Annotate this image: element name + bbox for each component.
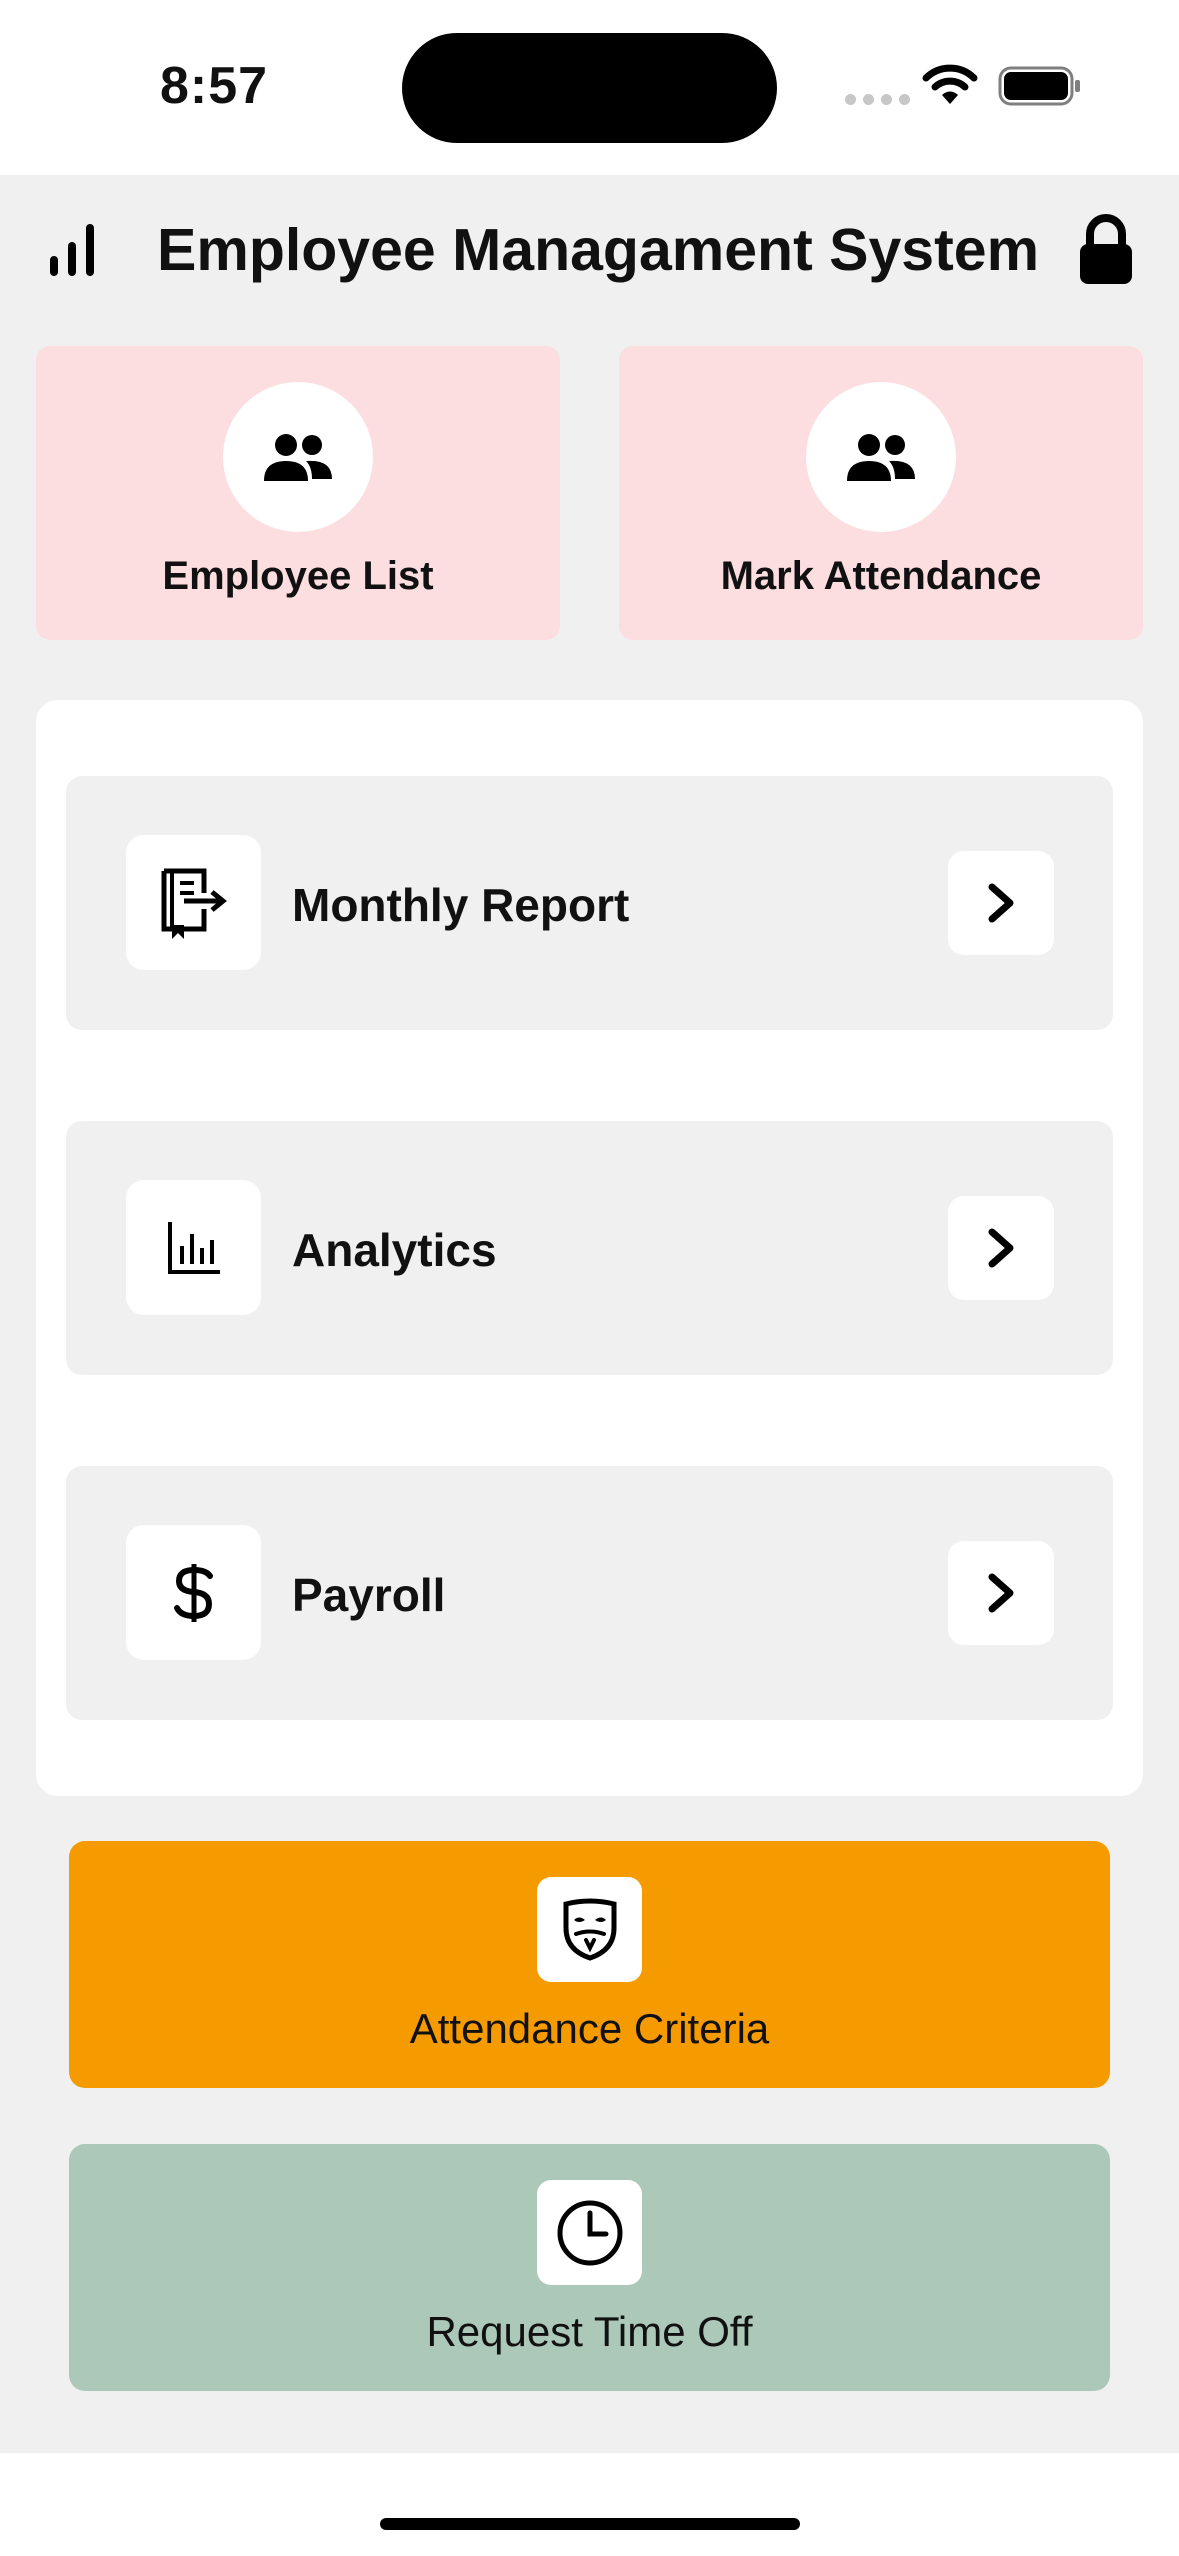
payroll-label: Payroll [292,1569,446,1621]
dollar-icon [173,1563,213,1622]
monthly-report-icon-box [126,835,261,970]
attendance-criteria-label: Attendance Criteria [409,2005,770,2052]
employee-list-label: Employee List [162,554,434,598]
mark-attendance-label: Mark Attendance [720,554,1042,598]
wifi-icon [922,64,978,104]
payroll-arrow-button[interactable] [948,1541,1054,1645]
chevron-right-icon [988,1228,1014,1268]
cellular-signal-icon [845,94,910,105]
employee-list-card[interactable]: Employee List [36,346,560,640]
clock-icon [557,2200,622,2265]
status-time: 8:57 [160,57,269,115]
bar-chart-icon[interactable] [46,220,100,280]
mark-attendance-card[interactable]: Mark Attendance [619,346,1143,640]
analytics-arrow-button[interactable] [948,1196,1054,1300]
report-export-icon [161,868,227,939]
mask-icon [563,1898,616,1961]
attendance-criteria-button[interactable]: Attendance Criteria [69,1841,1110,2088]
request-time-off-icon-box [537,2180,642,2285]
analytics-icon-box [126,1180,261,1315]
chevron-right-icon [988,883,1014,923]
request-time-off-button[interactable]: Request Time Off [69,2144,1110,2391]
chevron-right-icon [988,1573,1014,1613]
home-indicator[interactable] [380,2518,800,2530]
dynamic-island [402,33,777,143]
battery-icon [998,66,1080,106]
attendance-criteria-icon-box [537,1877,642,1982]
payroll-icon-box [126,1525,261,1660]
people-icon [847,434,915,481]
analytics-label: Analytics [292,1224,497,1276]
bar-chart-icon [167,1221,220,1274]
request-time-off-label: Request Time Off [426,2308,753,2355]
lock-icon[interactable] [1076,214,1136,286]
people-icon-circle [806,382,956,532]
people-icon [264,434,332,481]
monthly-report-arrow-button[interactable] [948,851,1054,955]
monthly-report-label: Monthly Report [292,879,630,931]
page-title: Employee Managament System [157,217,1040,283]
people-icon-circle [223,382,373,532]
analytics-row[interactable]: Analytics [66,1121,1113,1375]
payroll-row[interactable]: Payroll [66,1466,1113,1720]
monthly-report-row[interactable]: Monthly Report [66,776,1113,1030]
